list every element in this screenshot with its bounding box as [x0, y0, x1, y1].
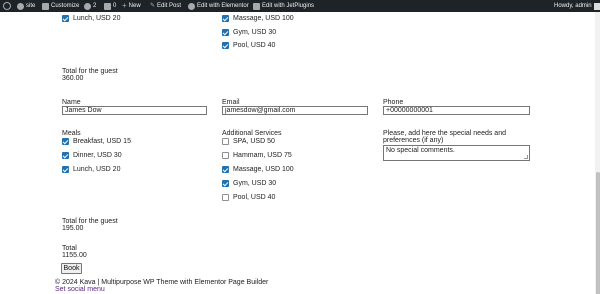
name-field[interactable]: James Dow — [62, 106, 207, 115]
meal-dinner-label: Dinner, USD 30 — [73, 152, 122, 159]
email-field[interactable]: jamesdow@gmail.com — [222, 106, 368, 115]
wordpress-menu[interactable] — [3, 0, 11, 12]
service-spa-checkbox[interactable] — [222, 138, 229, 145]
comments-count: 0 — [113, 3, 117, 9]
admin-bar: site Customize 2 0 + New ✎ Edit Post Edi… — [0, 0, 600, 12]
grand-total-value: 1155.00 — [62, 252, 87, 259]
scrollbar-thumb[interactable] — [595, 172, 600, 294]
edit-post-label: Edit Post — [157, 3, 182, 9]
plus-icon: + — [122, 1, 127, 10]
service-gym-checkbox-prev[interactable] — [222, 29, 229, 36]
avatar — [593, 2, 600, 10]
elementor-icon — [188, 2, 195, 10]
special-needs-textarea[interactable]: No special comments. — [383, 145, 530, 161]
edit-jetplugins-label: Edit with JetPlugins — [262, 3, 315, 9]
service-massage-label-prev: Massage, USD 100 — [233, 15, 294, 22]
guest-total-value: 195.00 — [62, 225, 84, 232]
service-pool-checkbox-prev[interactable] — [222, 42, 229, 49]
service-spa-label: SPA, USD 50 — [233, 138, 275, 145]
new-content-link[interactable]: + New — [122, 0, 141, 12]
comments-icon — [104, 2, 111, 10]
wordpress-logo-icon — [3, 2, 11, 10]
guest-total-value-prev: 360.00 — [62, 75, 84, 82]
site-link[interactable]: site — [17, 0, 35, 12]
meal-lunch-checkbox-prev[interactable] — [62, 15, 69, 22]
meal-breakfast-label: Breakfast, USD 15 — [73, 138, 131, 145]
dashboard-icon — [17, 2, 24, 10]
service-gym-label-prev: Gym, USD 30 — [233, 29, 277, 36]
edit-elementor-link[interactable]: Edit with Elementor — [188, 0, 249, 12]
my-account-link[interactable]: Howdy, admin — [554, 0, 600, 12]
meal-dinner-checkbox[interactable] — [62, 152, 69, 159]
customize-label: Customize — [51, 3, 80, 9]
customize-link[interactable]: Customize — [42, 0, 79, 12]
meal-lunch-checkbox[interactable] — [62, 166, 69, 173]
pencil-icon: ✎ — [150, 3, 156, 9]
new-label: New — [128, 3, 141, 9]
services-label: Additional Services — [222, 130, 282, 137]
howdy-label: Howdy, admin — [554, 3, 592, 9]
service-massage-label: Massage, USD 100 — [233, 166, 294, 173]
meal-lunch-label: Lunch, USD 20 — [73, 166, 121, 173]
special-needs-label-line2: preferences (if any) — [383, 137, 444, 144]
updates-link[interactable]: 2 — [84, 0, 96, 12]
meal-breakfast-checkbox[interactable] — [62, 138, 69, 145]
comments-link[interactable]: 0 — [104, 0, 116, 12]
updates-icon — [84, 2, 91, 10]
service-massage-checkbox[interactable] — [222, 166, 229, 173]
jetplugins-icon — [253, 2, 260, 10]
meals-label: Meals — [62, 130, 81, 137]
updates-count: 2 — [93, 3, 97, 9]
service-gym-checkbox[interactable] — [222, 180, 229, 187]
special-needs-value: No special comments. — [386, 147, 455, 154]
service-gym-label: Gym, USD 30 — [233, 180, 277, 187]
service-massage-checkbox-prev[interactable] — [222, 15, 229, 22]
set-social-menu-link[interactable]: Set social menu — [55, 286, 105, 294]
service-pool-label-prev: Pool, USD 40 — [233, 42, 276, 49]
meal-lunch-label-prev: Lunch, USD 20 — [73, 15, 121, 22]
site-label: site — [26, 3, 36, 9]
brush-icon — [42, 2, 49, 10]
service-pool-checkbox[interactable] — [222, 194, 229, 201]
book-button[interactable]: Book — [61, 263, 82, 274]
edit-jetplugins-link[interactable]: Edit with JetPlugins — [253, 0, 314, 12]
edit-post-link[interactable]: ✎ Edit Post — [150, 0, 181, 12]
page-scrollbar[interactable] — [595, 12, 600, 294]
phone-field[interactable]: +00000000001 — [383, 106, 530, 115]
resize-handle-icon[interactable] — [524, 155, 528, 159]
edit-elementor-label: Edit with Elementor — [197, 3, 249, 9]
service-pool-label: Pool, USD 40 — [233, 194, 276, 201]
service-hammam-label: Hammam, USD 75 — [233, 152, 292, 159]
service-hammam-checkbox[interactable] — [222, 152, 229, 159]
